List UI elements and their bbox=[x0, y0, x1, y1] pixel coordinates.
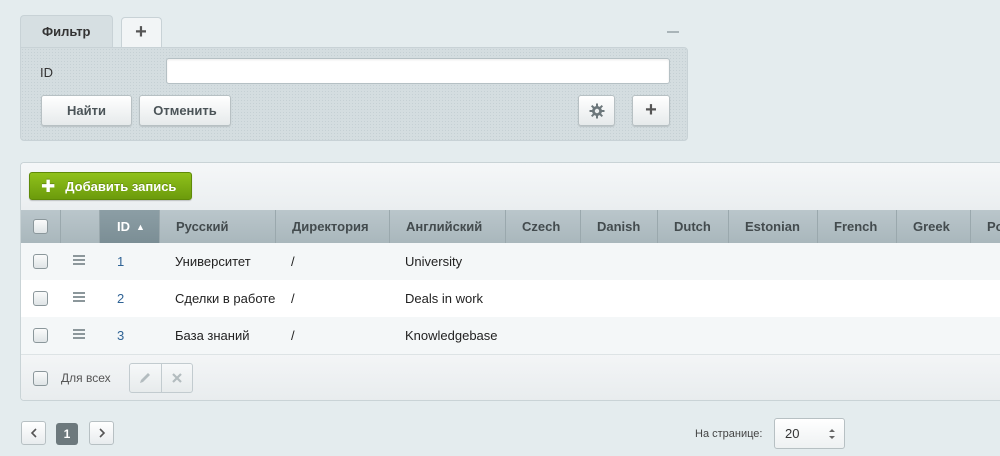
pencil-icon bbox=[140, 373, 151, 383]
for-all-checkbox[interactable] bbox=[33, 371, 48, 386]
add-filter-field-button[interactable]: + bbox=[632, 95, 670, 126]
table-row[interactable]: 2 Сделки в работе / Deals in work bbox=[21, 280, 1000, 317]
column-header-directory[interactable]: Директория bbox=[276, 210, 390, 243]
grid-toolbar: ✚ Добавить запись bbox=[21, 163, 1000, 210]
row-english: Deals in work bbox=[405, 291, 484, 306]
column-header-danish[interactable]: Danish bbox=[581, 210, 658, 243]
plus-icon: + bbox=[645, 99, 657, 121]
sort-asc-icon: ▲ bbox=[136, 222, 145, 232]
row-menu-icon[interactable] bbox=[73, 292, 85, 303]
row-checkbox[interactable] bbox=[33, 254, 48, 269]
per-page-value: 20 bbox=[785, 426, 800, 441]
row-id-link[interactable]: 1 bbox=[117, 243, 124, 280]
close-icon bbox=[171, 373, 182, 383]
cancel-button[interactable]: Отменить bbox=[139, 95, 231, 126]
add-record-label: Добавить запись bbox=[65, 178, 177, 194]
prev-page-button[interactable] bbox=[21, 421, 46, 445]
row-checkbox[interactable] bbox=[33, 328, 48, 343]
row-english: University bbox=[405, 254, 463, 269]
row-directory: / bbox=[291, 291, 295, 306]
column-header-russian[interactable]: Русский bbox=[160, 210, 276, 243]
grid-header: ID ▲ Русский Директория Английский Czech … bbox=[21, 210, 1000, 243]
per-page-label: На странице: bbox=[695, 428, 763, 440]
chevron-right-icon bbox=[98, 428, 105, 438]
select-arrows-icon bbox=[829, 429, 835, 439]
row-russian: База знаний bbox=[175, 328, 250, 343]
table-row[interactable]: 1 Университет / University bbox=[21, 243, 1000, 280]
row-id-link[interactable]: 2 bbox=[117, 280, 124, 317]
row-id-link[interactable]: 3 bbox=[117, 317, 124, 354]
find-button[interactable]: Найти bbox=[41, 95, 132, 126]
select-all-header bbox=[21, 210, 61, 243]
column-header-estonian[interactable]: Estonian bbox=[729, 210, 818, 243]
id-field-label: ID bbox=[40, 65, 53, 80]
filter-settings-button[interactable] bbox=[578, 95, 615, 126]
row-russian: Сделки в работе bbox=[175, 291, 276, 306]
for-all-label: Для всех bbox=[61, 371, 111, 385]
current-page[interactable]: 1 bbox=[56, 423, 78, 445]
column-header-id[interactable]: ID ▲ bbox=[100, 210, 160, 243]
filter-tabs: Фильтр + bbox=[20, 15, 162, 47]
gear-icon bbox=[589, 103, 604, 118]
column-header-french[interactable]: French bbox=[818, 210, 897, 243]
data-grid: ✚ Добавить запись ID ▲ Русский Директория… bbox=[20, 162, 1000, 401]
chevron-left-icon bbox=[30, 428, 37, 438]
plus-icon: ✚ bbox=[41, 176, 56, 196]
filter-panel: ID Найти Отменить + bbox=[20, 47, 688, 141]
column-header-po[interactable]: Po bbox=[971, 210, 1000, 243]
row-directory: / bbox=[291, 254, 295, 269]
column-header-greek[interactable]: Greek bbox=[897, 210, 971, 243]
next-page-button[interactable] bbox=[89, 421, 114, 445]
per-page-select[interactable]: 20 bbox=[774, 418, 845, 449]
table-row[interactable]: 3 База знаний / Knowledgebase bbox=[21, 317, 1000, 354]
column-header-english[interactable]: Английский bbox=[390, 210, 506, 243]
group-actions bbox=[129, 363, 193, 393]
row-english: Knowledgebase bbox=[405, 328, 498, 343]
collapse-filter-icon[interactable] bbox=[667, 31, 679, 33]
row-russian: Университет bbox=[175, 254, 251, 269]
select-all-checkbox[interactable] bbox=[33, 219, 48, 234]
row-menu-icon[interactable] bbox=[73, 329, 85, 340]
column-header-dutch[interactable]: Dutch bbox=[658, 210, 729, 243]
row-checkbox[interactable] bbox=[33, 291, 48, 306]
id-filter-input[interactable] bbox=[166, 58, 670, 84]
row-directory: / bbox=[291, 328, 295, 343]
delete-button[interactable] bbox=[162, 364, 193, 392]
column-header-czech[interactable]: Czech bbox=[506, 210, 581, 243]
tab-filter[interactable]: Фильтр bbox=[20, 15, 113, 47]
actions-header bbox=[61, 210, 100, 243]
grid-footer: Для всех bbox=[21, 354, 1000, 400]
add-record-button[interactable]: ✚ Добавить запись bbox=[29, 172, 192, 200]
add-filter-tab-button[interactable]: + bbox=[120, 17, 162, 47]
edit-button[interactable] bbox=[130, 364, 162, 392]
row-menu-icon[interactable] bbox=[73, 255, 85, 266]
